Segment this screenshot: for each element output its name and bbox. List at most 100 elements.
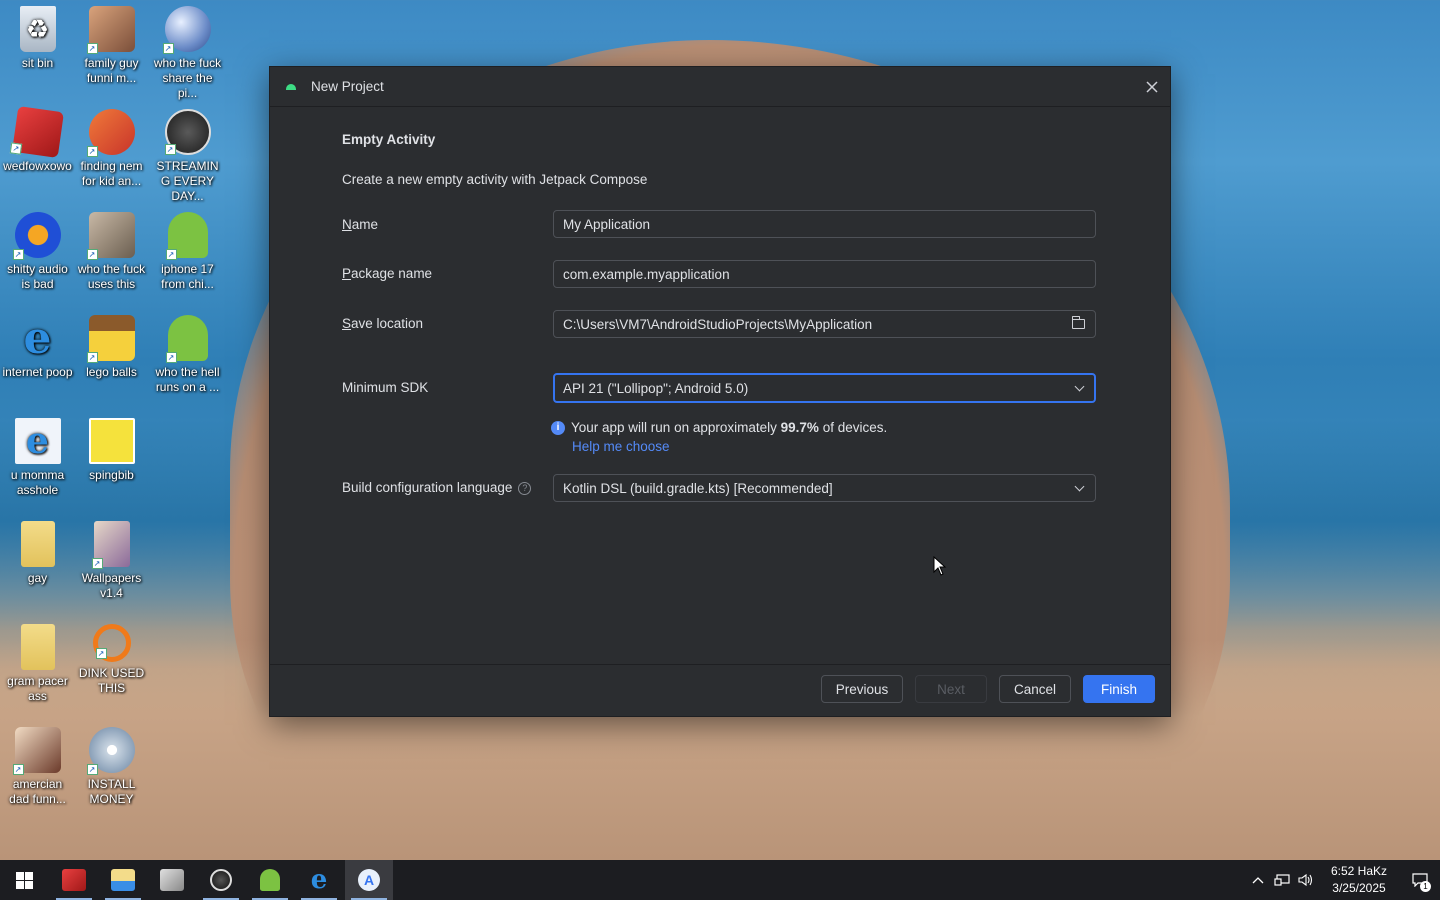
android-studio-icon: A — [358, 869, 380, 891]
taskbar-clock[interactable]: 6:52 HaKz 3/25/2025 — [1324, 863, 1394, 897]
desktop-icon-family-guy[interactable]: ↗ family guy funni m... — [74, 0, 149, 86]
close-button[interactable] — [1140, 75, 1164, 99]
network-button[interactable] — [1270, 860, 1294, 900]
taskbar-obs[interactable] — [197, 860, 245, 900]
sdk-coverage-info: i Your app will run on approximately 99.… — [551, 420, 887, 435]
info-icon: i — [551, 420, 565, 435]
volume-button[interactable] — [1294, 860, 1318, 900]
taskbar-file-explorer[interactable] — [99, 860, 147, 900]
desktop-icon-gram-pacer[interactable]: gram pacer ass — [0, 618, 75, 704]
name-field[interactable]: My Application — [553, 210, 1096, 238]
next-button[interactable]: Next — [915, 675, 987, 703]
image-icon — [88, 418, 135, 464]
dialog-title: New Project — [311, 79, 384, 94]
clock-date: 3/25/2025 — [1332, 881, 1386, 895]
cancel-button[interactable]: Cancel — [999, 675, 1071, 703]
help-question-icon[interactable]: ? — [518, 481, 532, 495]
dialog-content: Empty Activity Create a new empty activi… — [342, 107, 1170, 664]
desktop-icon-lego-balls[interactable]: ↗ lego balls — [74, 309, 149, 380]
show-hidden-icons-button[interactable] — [1246, 860, 1270, 900]
start-button[interactable] — [0, 860, 48, 900]
audacity-icon: ↗ — [12, 212, 61, 260]
close-icon — [1146, 81, 1158, 93]
video-icon: ↗ — [12, 727, 61, 775]
desktop-icon-wallpapers[interactable]: ↗ Wallpapers v1.4 — [74, 515, 149, 601]
dialog-titlebar[interactable]: New Project — [270, 67, 1170, 107]
package-name-field[interactable]: com.example.myapplication — [553, 260, 1096, 288]
notification-badge: 1 — [1420, 881, 1431, 892]
name-label: Name — [342, 217, 379, 232]
folder-browse-icon[interactable] — [1071, 316, 1085, 329]
desktop-icon-gimp[interactable]: ↗ who the fuck uses this — [74, 206, 149, 292]
desktop-icon-internet-poop[interactable]: e internet poop — [0, 309, 75, 380]
build-config-language-label: Build configuration language? — [342, 480, 532, 495]
new-project-dialog: New Project Empty Activity Create a new … — [269, 66, 1171, 717]
save-location-field[interactable]: C:\Users\VM7\AndroidStudioProjects\MyApp… — [553, 310, 1096, 338]
save-location-label: Save location — [342, 316, 424, 331]
app-icon: ↗ — [9, 106, 64, 158]
taskbar: e A 6:52 HaKz 3/25/2025 1 — [0, 860, 1440, 900]
gimp-icon: ↗ — [86, 212, 135, 260]
desktop-icons: ♻ sit bin ↗ family guy funni m... ↗ who … — [0, 0, 230, 860]
android-studio-icon — [286, 83, 296, 90]
chevron-down-icon — [1074, 481, 1085, 491]
build-config-language-dropdown[interactable]: Kotlin DSL (build.gradle.kts) [Recommend… — [553, 474, 1096, 502]
desktop-icon-iphone-17[interactable]: ↗ iphone 17 from chi... — [150, 206, 225, 292]
android-icon — [260, 869, 280, 891]
desktop-icon-sit-bin[interactable]: ♻ sit bin — [0, 0, 75, 71]
obs-icon: ↗ — [164, 109, 211, 155]
app-icon — [62, 869, 86, 891]
installer-icon — [160, 869, 184, 891]
desktop-icon-streaming[interactable]: ↗ STREAMING EVERY DAY... — [150, 103, 225, 204]
desktop-icon-gay[interactable]: gay — [0, 515, 75, 586]
minimum-sdk-label: Minimum SDK — [342, 380, 429, 395]
previous-button[interactable]: Previous — [821, 675, 903, 703]
folder-icon — [111, 869, 135, 891]
clock-time: 6:52 HaKz — [1330, 864, 1388, 878]
desktop-icon-u-momma[interactable]: e u momma asshole — [0, 412, 75, 498]
volume-icon — [1298, 873, 1313, 887]
notification-center-button[interactable]: 1 — [1400, 860, 1440, 900]
taskbar-app-1[interactable] — [50, 860, 98, 900]
chevron-up-icon — [1252, 877, 1264, 884]
recycle-bin-icon: ♻ — [19, 6, 56, 52]
package-name-label: Package name — [342, 266, 433, 281]
desktop-icon-spingbib[interactable]: spingbib — [74, 412, 149, 483]
internet-explorer-icon: e — [23, 312, 52, 364]
taskbar-installer[interactable] — [148, 860, 196, 900]
installer-icon: ↗ — [86, 727, 135, 775]
obs-icon — [210, 869, 232, 891]
game-icon: ↗ — [86, 315, 135, 363]
desktop-icon-finding-nem[interactable]: ↗ finding nem for kid an... — [74, 103, 149, 189]
taskbar-android-studio[interactable]: A — [345, 860, 393, 900]
template-description: Create a new empty activity with Jetpack… — [342, 172, 648, 187]
app-icon: ↗ — [92, 624, 131, 662]
desktop-icon-shitty-audio[interactable]: ↗ shitty audio is bad — [0, 206, 75, 292]
video-icon: ↗ — [86, 109, 135, 157]
taskbar-android[interactable] — [246, 860, 294, 900]
desktop-icon-wedfowxowo[interactable]: ↗ wedfowxowo — [0, 103, 75, 174]
desktop-icon-american-dad[interactable]: ↗ amercian dad funn... — [0, 721, 75, 807]
desktop-icon-install-money[interactable]: ↗ INSTALL MONEY — [74, 721, 149, 807]
help-me-choose-link[interactable]: Help me choose — [572, 439, 670, 454]
template-heading: Empty Activity — [342, 132, 436, 147]
internet-explorer-icon: e — [310, 865, 328, 895]
dialog-footer: Previous Next Cancel Finish — [270, 664, 1170, 716]
taskbar-internet-explorer[interactable]: e — [295, 860, 343, 900]
desktop-icon-dink-used-this[interactable]: ↗ DINK USED THIS — [74, 618, 149, 696]
finish-button[interactable]: Finish — [1083, 675, 1155, 703]
chevron-down-icon — [1074, 381, 1085, 391]
video-icon: ↗ — [86, 6, 135, 54]
folder-icon — [20, 624, 55, 670]
archive-icon: ↗ — [91, 521, 130, 569]
system-tray: 6:52 HaKz 3/25/2025 1 — [1246, 860, 1440, 900]
internet-explorer-icon: e — [14, 418, 61, 464]
desktop-icon-who-the-hell[interactable]: ↗ who the hell runs on a ... — [150, 309, 225, 395]
windows-start-icon — [15, 871, 33, 889]
globe-icon: ↗ — [162, 6, 211, 54]
minimum-sdk-dropdown[interactable]: API 21 ("Lollipop"; Android 5.0) — [553, 373, 1096, 403]
network-icon — [1274, 874, 1290, 886]
folder-icon — [20, 521, 55, 567]
desktop-icon-share-pi[interactable]: ↗ who the fuck share the pi... — [150, 0, 225, 101]
mouse-cursor-icon — [933, 556, 947, 576]
